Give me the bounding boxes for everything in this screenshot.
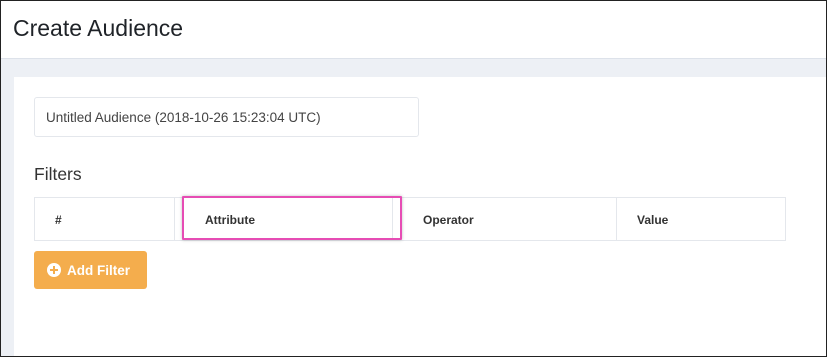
column-header-value[interactable]: Value	[616, 198, 785, 240]
column-header-number: #	[55, 213, 62, 227]
app-window: Create Audience Untitled Audience (2018-…	[0, 0, 827, 357]
filters-heading: Filters	[34, 164, 82, 184]
filters-table: # Attribute Operator Value	[34, 197, 786, 241]
audience-name-field[interactable]: Untitled Audience (2018-10-26 15:23:04 U…	[34, 97, 419, 137]
add-filter-label: Add Filter	[67, 262, 130, 278]
add-filter-button[interactable]: Add Filter	[34, 251, 147, 289]
column-header-operator[interactable]: Operator	[392, 198, 617, 240]
page-title: Create Audience	[13, 15, 184, 41]
plus-circle-icon	[47, 263, 61, 277]
audience-card: Untitled Audience (2018-10-26 15:23:04 U…	[14, 77, 826, 356]
page-header: Create Audience	[1, 1, 826, 59]
attribute-highlight-box	[182, 196, 402, 240]
